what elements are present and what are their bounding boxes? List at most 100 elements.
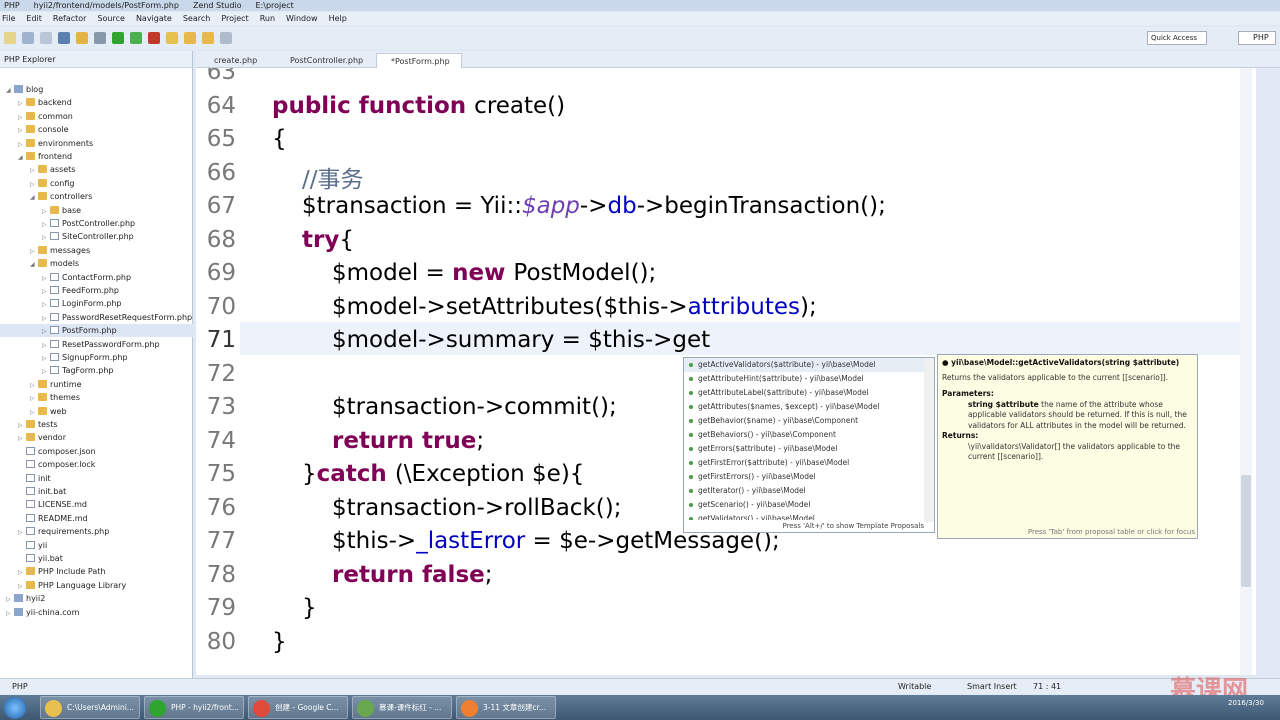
new-icon[interactable] [4,32,16,44]
proposal-item[interactable]: getActiveValidators($attribute) - yii\ba… [684,358,934,372]
menu-help[interactable]: Help [329,14,347,23]
menu-refactor[interactable]: Refactor [53,14,87,23]
code-line[interactable]: $model->summary = $this->get [332,327,710,353]
save-icon[interactable] [22,32,34,44]
twisty-closed-icon[interactable]: ▷ [42,339,50,352]
proposal-item[interactable]: getErrors($attribute) - yii\base\Model [684,442,934,456]
tree-item[interactable]: ▷ runtime [0,378,193,391]
tree-item[interactable]: yii.bat [0,552,193,565]
tree-item[interactable]: ◢ models [0,257,193,270]
taskbar-item[interactable]: 创建 - Google C... [248,696,348,719]
twisty-closed-icon[interactable]: ▷ [42,325,50,338]
code-line[interactable]: $transaction = Yii::$app->db->beginTrans… [302,193,886,219]
twisty-closed-icon[interactable]: ▷ [42,312,50,325]
tree-item[interactable]: ◢ controllers [0,190,193,203]
proposal-item[interactable]: getFirstErrors() - yii\base\Model [684,470,934,484]
twisty-closed-icon[interactable]: ▷ [30,164,38,177]
code-line[interactable]: try{ [302,227,354,253]
twisty-closed-icon[interactable]: ▷ [30,245,38,258]
code-line[interactable]: return false; [332,562,492,588]
tree-item[interactable]: ▷ SignupForm.php [0,351,193,364]
proposal-item[interactable]: getBehaviors() - yii\base\Component [684,428,934,442]
proposal-item[interactable]: getAttributes($names, $except) - yii\bas… [684,400,934,414]
forward-icon[interactable] [202,32,214,44]
debug-icon[interactable] [94,32,106,44]
twisty-closed-icon[interactable]: ▷ [42,205,50,218]
twisty-closed-icon[interactable]: ▷ [18,526,26,539]
tree-item[interactable]: ▷ requirements.php [0,525,193,538]
tree-item[interactable]: ▷ environments [0,137,193,150]
tree-item[interactable]: ▷ FeedForm.php [0,284,193,297]
tree-item[interactable]: ▷ console [0,123,193,136]
taskbar-item[interactable]: C:\Users\Admini... [40,696,140,719]
tree-item[interactable]: composer.json [0,445,193,458]
twisty-closed-icon[interactable]: ▷ [30,178,38,191]
documentation-popup[interactable]: ● yii\base\Model::getActiveValidators(st… [937,354,1198,539]
tree-item[interactable]: ▷ PasswordResetRequestForm.php [0,311,193,324]
tree-item[interactable]: ▷ common [0,110,193,123]
tree-item[interactable]: LICENSE.md [0,498,193,511]
tree-item[interactable]: ▷ tests [0,418,193,431]
tree-item[interactable]: init.bat [0,485,193,498]
twisty-closed-icon[interactable]: ▷ [42,285,50,298]
save-all-icon[interactable] [40,32,52,44]
proposal-item[interactable]: getScenario() - yii\base\Model [684,498,934,512]
menu-window[interactable]: Window [286,14,318,23]
tree-item[interactable]: ▷ backend [0,96,193,109]
status-insert-mode[interactable]: Smart Insert [967,679,1017,694]
proposal-item[interactable]: getAttributeHint($attribute) - yii\base\… [684,372,934,386]
code-line[interactable]: public function create() [272,93,565,119]
quick-access-input[interactable]: Quick Access [1147,31,1207,45]
twisty-open-icon[interactable]: ◢ [30,191,38,204]
tree-item[interactable]: ▷ themes [0,391,193,404]
twisty-closed-icon[interactable]: ▷ [6,607,14,620]
twisty-closed-icon[interactable]: ▷ [42,272,50,285]
twisty-closed-icon[interactable]: ▷ [42,352,50,365]
tree-item[interactable]: ▷ PostController.php [0,217,193,230]
tab-postcontrollerphp[interactable]: PostController.php [276,53,366,68]
twisty-closed-icon[interactable]: ▷ [18,124,26,137]
menu-project[interactable]: Project [221,14,248,23]
tree-item[interactable]: ◢ blog [0,83,193,96]
twisty-open-icon[interactable]: ◢ [18,151,26,164]
proposal-scrollbar[interactable] [924,358,934,522]
code-line[interactable]: return true; [332,428,484,454]
twisty-closed-icon[interactable]: ▷ [42,218,50,231]
tree-item[interactable]: ▷ LoginForm.php [0,297,193,310]
menu-search[interactable]: Search [183,14,210,23]
profile-icon[interactable] [130,32,142,44]
twisty-closed-icon[interactable]: ▷ [18,111,26,124]
tree-item[interactable]: ▷ ResetPasswordForm.php [0,338,193,351]
twisty-closed-icon[interactable]: ▷ [18,580,26,593]
wand-icon[interactable] [166,32,178,44]
tree-item[interactable]: ▷ config [0,177,193,190]
tree-item[interactable]: ▷ yii-china.com [0,606,193,619]
scrollbar-thumb[interactable] [1241,475,1251,587]
tree-item[interactable]: ▷ vendor [0,431,193,444]
tree-item[interactable]: ▷ SiteController.php [0,230,193,243]
run-icon[interactable] [112,32,124,44]
back-icon[interactable] [184,32,196,44]
menu-file[interactable]: File [2,14,15,23]
tree-item[interactable]: init [0,472,193,485]
twisty-open-icon[interactable]: ◢ [6,84,14,97]
stop-icon[interactable] [148,32,160,44]
code-line[interactable]: //事务 [302,160,364,194]
tree-item[interactable]: ▷ messages [0,244,193,257]
twisty-closed-icon[interactable]: ▷ [30,406,38,419]
tree-item[interactable]: ▷ PHP Language Library [0,579,193,592]
code-line[interactable]: }catch (\Exception $e){ [302,461,584,487]
twisty-closed-icon[interactable]: ▷ [18,138,26,151]
code-line[interactable]: $transaction->rollBack(); [332,495,621,521]
twisty-closed-icon[interactable]: ▷ [42,231,50,244]
menu-source[interactable]: Source [97,14,124,23]
taskbar-item[interactable]: 3-11 文章创建cr... [456,696,556,719]
code-line[interactable]: } [272,629,287,655]
taskbar-item[interactable]: PHP - hyii2/front... [144,696,244,719]
proposal-item[interactable]: getFirstError($attribute) - yii\base\Mod… [684,456,934,470]
php-explorer-tab[interactable]: PHP Explorer [0,51,192,68]
twisty-closed-icon[interactable]: ▷ [18,566,26,579]
tree-item[interactable]: ▷ ContactForm.php [0,271,193,284]
twisty-open-icon[interactable]: ◢ [30,258,38,271]
tree-item[interactable]: ▷ base [0,204,193,217]
